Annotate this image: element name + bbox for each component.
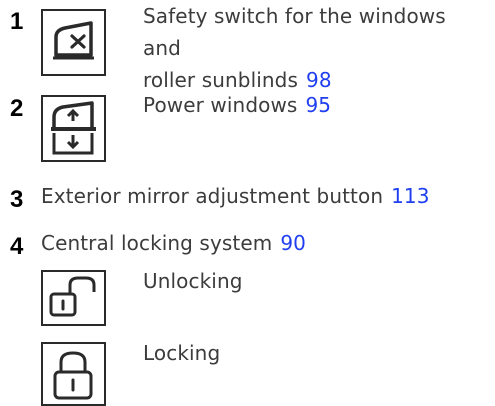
item-1-text-line1: Safety switch for the windows and [143, 4, 446, 60]
item-2-description: Power windows 95 [143, 89, 331, 121]
unlock-icon [41, 270, 106, 326]
item-2-page-link[interactable]: 95 [305, 93, 331, 117]
item-1-description: Safety switch for the windows and roller… [143, 0, 488, 96]
unlocking-label: Unlocking [143, 269, 243, 293]
power-window-switch-icon [41, 95, 106, 162]
window-lock-switch-icon [41, 9, 106, 76]
item-4-page-link[interactable]: 90 [280, 231, 306, 255]
item-number-2: 2 [10, 95, 24, 122]
item-2-text: Power windows [143, 93, 298, 117]
item-4-text: Central locking system [41, 231, 273, 255]
lock-icon [41, 342, 106, 406]
item-number-1: 1 [10, 8, 24, 35]
item-3-text: Exterior mirror adjustment button [41, 184, 384, 208]
locking-label: Locking [143, 341, 221, 365]
item-3-page-link[interactable]: 113 [391, 184, 429, 208]
item-number-4: 4 [10, 233, 24, 260]
item-3-description: Exterior mirror adjustment button 113 [41, 180, 430, 212]
item-number-3: 3 [10, 186, 24, 213]
item-4-description: Central locking system 90 [41, 227, 306, 259]
